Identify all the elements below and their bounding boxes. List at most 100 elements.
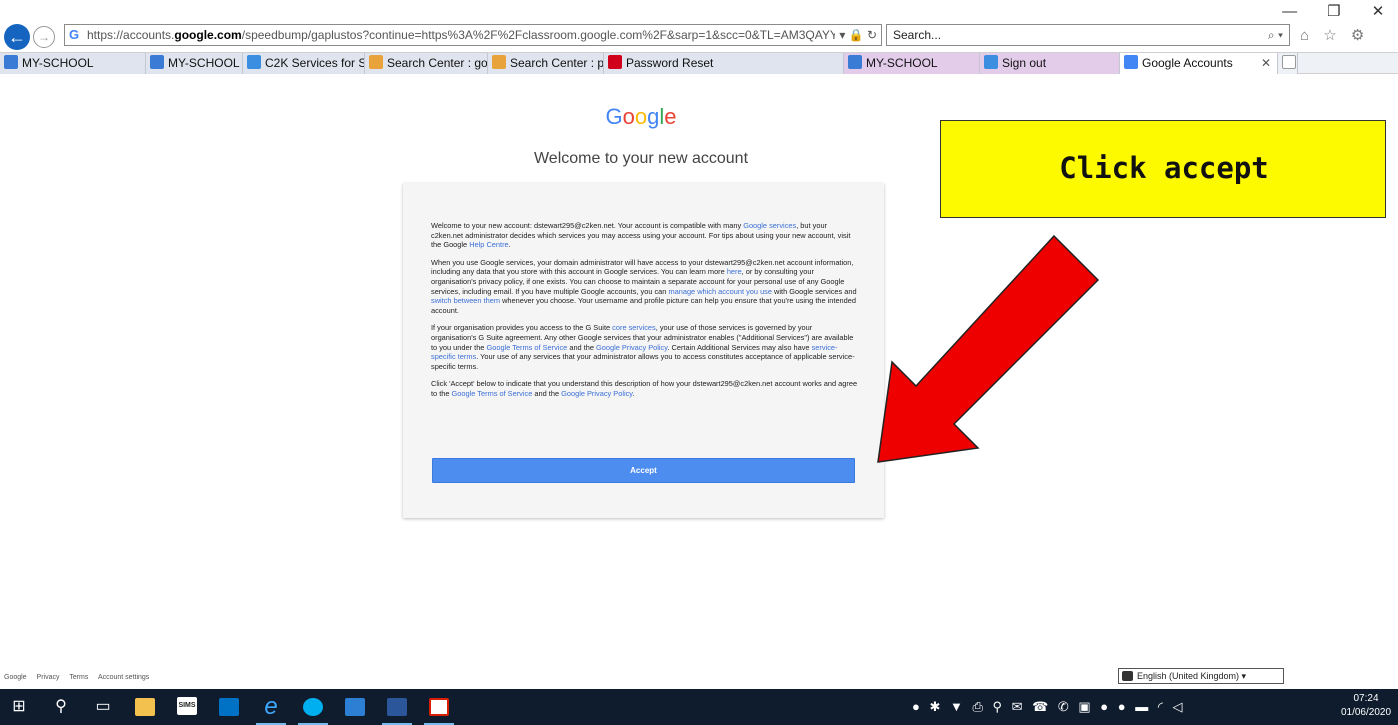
- tab-label: MY-SCHOOL: [22, 56, 94, 70]
- help-centre-link[interactable]: Help Centre: [469, 240, 508, 249]
- tab-search-center-google[interactable]: Search Center : goog...: [365, 53, 488, 74]
- back-button[interactable]: ←: [4, 24, 30, 50]
- sims-icon[interactable]: SIMS: [168, 689, 206, 725]
- minimize-button[interactable]: —: [1270, 3, 1310, 20]
- language-icon: [1122, 671, 1133, 681]
- search-input[interactable]: Search... ⌕ ▾: [886, 24, 1290, 46]
- tab-label: Search Center : goog...: [387, 56, 488, 70]
- files-icon[interactable]: [336, 689, 374, 725]
- terms-of-service-link[interactable]: Google Terms of Service: [452, 389, 533, 398]
- windows-start-icon[interactable]: ⊞: [0, 689, 38, 725]
- system-tray-icons[interactable]: ● ✱ ▼ ⎙ ⚲ ✉ ☎ ✆ ▣ ● ● ▬ ◜ ◁: [912, 689, 1185, 725]
- tab-label: Search Center : pupil ...: [510, 56, 604, 70]
- tab-my-school-2[interactable]: MY-SCHOOL: [844, 53, 980, 74]
- clock-time: 07:24: [1353, 693, 1379, 704]
- tab-sign-out[interactable]: Sign out: [980, 53, 1120, 74]
- red-arrow-icon: [877, 234, 1100, 463]
- terms-card: Welcome to your new account: dstewart295…: [403, 183, 884, 518]
- page-footer: Google Privacy Terms Account settings: [0, 668, 1284, 688]
- url-input[interactable]: Ghttps://accounts.google.com/speedbump/g…: [64, 24, 882, 46]
- text: . Certain Additional Services may also h…: [667, 342, 812, 352]
- here-link[interactable]: here: [727, 267, 742, 276]
- tab-strip: MY-SCHOOL MY-SCHOOL - Extern... C2K Serv…: [0, 52, 1398, 74]
- acrobat-icon[interactable]: [420, 689, 458, 725]
- file-explorer-icon[interactable]: [126, 689, 164, 725]
- task-view-icon[interactable]: ▭: [84, 689, 122, 725]
- search-icon[interactable]: ⚲: [42, 689, 80, 725]
- url-path: /speedbump/gaplustos?continue=https%3A%2…: [241, 28, 872, 42]
- url-domain: google.com: [174, 28, 242, 42]
- forward-arrow-icon: →: [38, 30, 50, 44]
- search-placeholder: Search...: [893, 28, 942, 42]
- url-prefix: https://accounts.: [87, 28, 175, 42]
- text: and the: [567, 342, 597, 352]
- switch-account-link[interactable]: switch between them: [431, 296, 500, 305]
- terms-paragraph-3: If your organisation provides you access…: [431, 323, 859, 371]
- google-services-link[interactable]: Google services: [743, 221, 796, 230]
- tab-favicon-icon: [492, 55, 506, 69]
- core-services-link[interactable]: core services: [612, 323, 656, 332]
- logo-letter: e: [664, 104, 677, 129]
- tab-favicon-icon: [4, 55, 18, 69]
- google-favicon-icon: G: [69, 27, 80, 42]
- tab-my-school[interactable]: MY-SCHOOL: [0, 53, 146, 74]
- outlook-icon[interactable]: [210, 689, 248, 725]
- callout-text: Click accept: [1059, 151, 1269, 185]
- tab-favicon-icon: [848, 55, 862, 69]
- clock-date: 01/06/2020: [1340, 707, 1392, 718]
- language-value: English (United Kingdom) ▾: [1137, 671, 1247, 681]
- tab-close-icon[interactable]: ✕: [1261, 53, 1271, 74]
- forward-button[interactable]: →: [33, 26, 55, 48]
- text: Welcome to your new account: dstewart295…: [431, 221, 744, 230]
- search-icon[interactable]: ⌕ ▾: [1268, 25, 1283, 45]
- window-controls: — ❐ ✕: [1270, 2, 1398, 26]
- footer-link-privacy[interactable]: Privacy: [37, 674, 60, 681]
- new-tab-icon: [1282, 55, 1296, 69]
- terms-text: Welcome to your new account: dstewart295…: [431, 221, 859, 407]
- manage-account-link[interactable]: manage which account you use: [668, 287, 772, 296]
- restore-button[interactable]: ❐: [1314, 2, 1354, 20]
- tab-favicon-icon: [247, 55, 261, 69]
- footer-link-account-settings[interactable]: Account settings: [98, 674, 149, 681]
- home-favorites-settings-icons[interactable]: ⌂ ☆ ⚙: [1300, 26, 1369, 44]
- terms-of-service-link[interactable]: Google Terms of Service: [486, 343, 567, 352]
- footer-link-google[interactable]: Google: [4, 674, 27, 681]
- annotation-callout: Click accept: [940, 120, 1386, 218]
- tab-search-center-pupil[interactable]: Search Center : pupil ...: [488, 53, 604, 74]
- clock[interactable]: 07:24 01/06/2020: [1340, 692, 1392, 720]
- footer-link-terms[interactable]: Terms: [69, 674, 88, 681]
- word-icon[interactable]: [378, 689, 416, 725]
- tab-label: Password Reset: [626, 56, 714, 70]
- text: .: [508, 240, 511, 250]
- internet-explorer-icon[interactable]: e: [252, 689, 290, 725]
- tab-favicon-icon: [984, 55, 998, 69]
- logo-letter: o: [634, 104, 648, 129]
- terms-paragraph-2: When you use Google services, your domai…: [431, 258, 859, 316]
- tab-label: Sign out: [1002, 56, 1047, 70]
- privacy-policy-link[interactable]: Google Privacy Policy: [596, 343, 667, 352]
- tab-my-school-extern[interactable]: MY-SCHOOL - Extern...: [146, 53, 243, 74]
- skype-icon[interactable]: [294, 689, 332, 725]
- windows-taskbar: ⊞ ⚲ ▭ SIMS e ● ✱ ▼ ⎙ ⚲ ✉ ☎ ✆ ▣ ● ● ▬ ◜ ◁…: [0, 689, 1398, 725]
- text: with Google services and: [772, 286, 857, 296]
- tab-label: MY-SCHOOL: [866, 56, 938, 70]
- tab-password-reset[interactable]: Password Reset: [604, 53, 844, 74]
- tab-favicon-icon: [369, 55, 383, 69]
- tab-favicon-icon: [608, 55, 622, 69]
- text: and the: [532, 388, 562, 398]
- accept-button[interactable]: Accept: [432, 458, 855, 483]
- back-arrow-icon: ←: [8, 27, 26, 47]
- tab-google-accounts[interactable]: Google Accounts ✕: [1120, 53, 1278, 74]
- tab-label: Google Accounts: [1142, 56, 1233, 70]
- language-select[interactable]: English (United Kingdom) ▾: [1118, 668, 1284, 684]
- terms-paragraph-4: Click 'Accept' below to indicate that yo…: [431, 379, 859, 398]
- new-tab-button[interactable]: [1278, 53, 1298, 74]
- tab-c2k-services[interactable]: C2K Services for Sch...: [243, 53, 365, 74]
- privacy-policy-link[interactable]: Google Privacy Policy: [561, 389, 632, 398]
- logo-letter: o: [622, 104, 635, 129]
- close-window-button[interactable]: ✕: [1358, 2, 1398, 20]
- url-tools[interactable]: ▾ 🔒 ↻: [835, 25, 877, 45]
- tab-label: C2K Services for Sch...: [265, 56, 364, 70]
- tab-label: MY-SCHOOL - Extern...: [168, 56, 242, 70]
- terms-paragraph-1: Welcome to your new account: dstewart295…: [431, 221, 859, 250]
